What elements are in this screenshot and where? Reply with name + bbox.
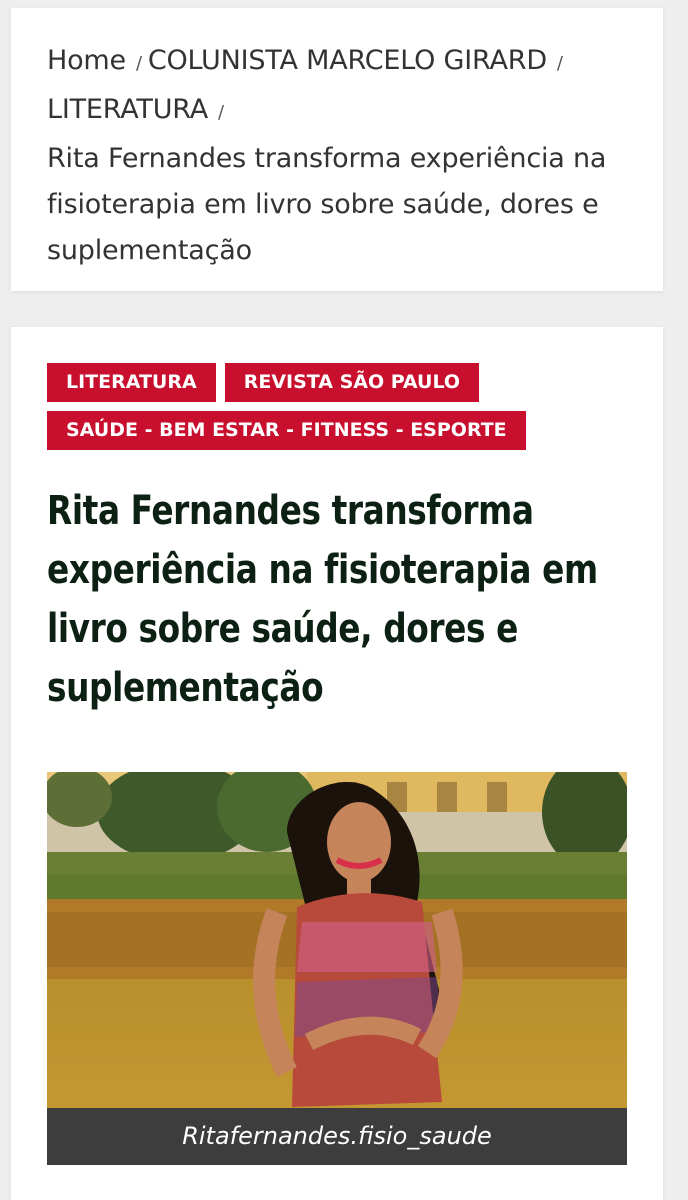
article-title: Rita Fernandes transforma experiência na…	[47, 488, 598, 711]
tag-saude-bem-estar[interactable]: SAÚDE - BEM ESTAR - FITNESS - ESPORTE	[47, 411, 526, 450]
breadcrumb: Home / COLUNISTA MARCELO GIRARD / LITERATURA…	[47, 38, 627, 274]
category-tags: LITERATURA REVISTA SÃO PAULO SAÚDE - BEM…	[47, 363, 547, 450]
tag-literatura[interactable]: LITERATURA	[47, 363, 216, 402]
breadcrumb-card: Home / COLUNISTA MARCELO GIRARD / LITERATURA…	[11, 8, 663, 291]
breadcrumb-category-link[interactable]: COLUNISTA MARCELO GIRARD	[148, 45, 547, 76]
breadcrumb-separator: /	[556, 53, 563, 74]
image-caption: Ritafernandes.fisio_saude	[47, 1108, 627, 1165]
featured-image: Ritafernandes.fisio_saude	[47, 772, 627, 1165]
tag-revista-sao-paulo[interactable]: REVISTA SÃO PAULO	[224, 363, 480, 402]
breadcrumb-current: Rita Fernandes transforma experiência na…	[47, 143, 607, 266]
article-card: LITERATURA REVISTA SÃO PAULO SAÚDE - BEM…	[11, 327, 663, 1200]
breadcrumb-separator: /	[135, 53, 142, 74]
breadcrumb-home-link[interactable]: Home	[47, 45, 126, 76]
breadcrumb-subcategory-link[interactable]: LITERATURA	[47, 94, 208, 125]
photo-illustration	[47, 772, 627, 1165]
breadcrumb-separator: /	[218, 102, 224, 123]
